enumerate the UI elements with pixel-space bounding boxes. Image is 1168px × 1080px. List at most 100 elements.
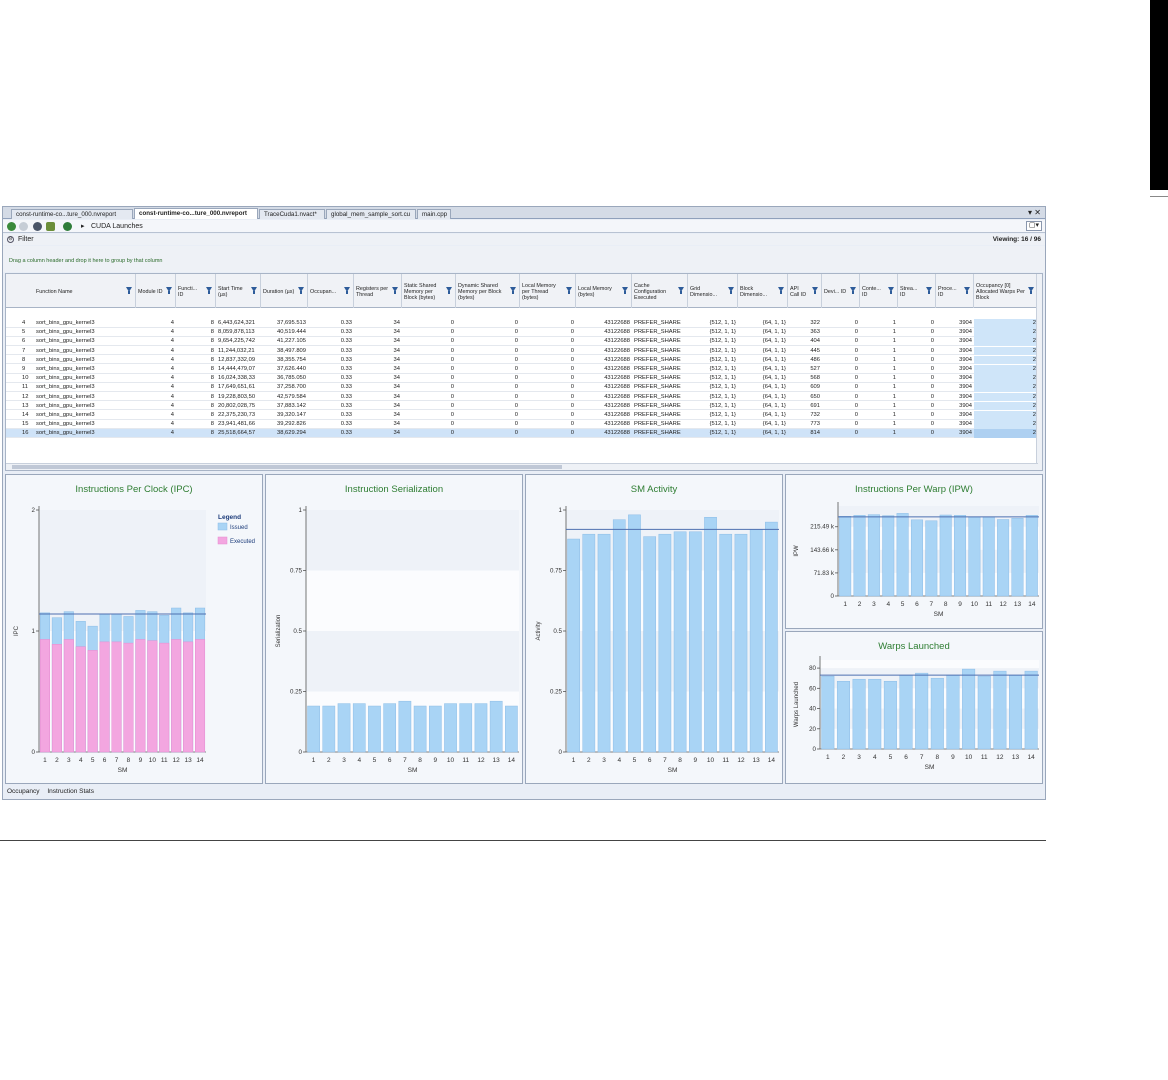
filter-funnel-icon[interactable] — [392, 287, 398, 294]
table-cell: 41,227.105 — [276, 338, 306, 345]
column-header[interactable]: Function Name — [34, 274, 136, 308]
table-cell: sort_bins_gpu_kernel3 — [36, 320, 95, 326]
vertical-scrollbar[interactable] — [1036, 274, 1042, 470]
table-row[interactable]: 4 sort_bins_gpu_kernel3 4 8 6,443,624,321 37,… — [6, 319, 1042, 328]
table-cell: 0 — [450, 430, 454, 437]
table-row[interactable]: 15 sort_bins_gpu_kernel3 4 8 23,941,481,66 39… — [6, 420, 1042, 429]
tab-report-1[interactable]: const-runtime-co...ture_000.nvreport — [11, 209, 133, 219]
column-header[interactable]: Dynamic Shared Memory per Block (bytes) — [456, 274, 520, 308]
scroll-thumb[interactable] — [12, 465, 562, 469]
table-cell: {64, 1, 1} — [762, 338, 786, 345]
filter-funnel-icon[interactable] — [812, 287, 818, 294]
up-icon[interactable] — [33, 222, 42, 231]
back-icon[interactable] — [7, 222, 16, 231]
horizontal-scrollbar[interactable] — [6, 463, 1038, 470]
filter-funnel-icon[interactable] — [251, 287, 257, 294]
filter-funnel-icon[interactable] — [850, 287, 856, 294]
table-cell: 43122688 — [604, 320, 630, 326]
x-axis-label: SM — [408, 767, 418, 774]
column-header[interactable]: Devi... ID — [822, 274, 860, 308]
tab-source-cu[interactable]: global_mem_sample_sort.cu — [326, 209, 416, 219]
bar-executed — [147, 640, 158, 753]
table-cell: {512, 1, 1} — [709, 421, 736, 428]
table-row[interactable]: 6 sort_bins_gpu_kernel3 4 8 9,654,225,742 41,… — [6, 337, 1042, 347]
y-axis-label: IPW — [794, 545, 800, 557]
table-row[interactable]: 10 sort_bins_gpu_kernel3 4 8 16,024,338,33 36… — [6, 374, 1042, 383]
column-header[interactable]: Occupancy [0] Allocated Warps Per Block — [974, 274, 1038, 308]
table-row[interactable]: 8 sort_bins_gpu_kernel3 4 8 12,837,332,09 38,… — [6, 355, 1042, 365]
home-icon[interactable] — [46, 222, 55, 231]
tab-main-cpp[interactable]: main.cpp — [417, 209, 451, 219]
table-cell: 0 — [514, 402, 518, 409]
filter-funnel-icon[interactable] — [126, 287, 132, 294]
table-cell: {64, 1, 1} — [762, 384, 786, 391]
column-header[interactable]: Duration (µs) — [261, 274, 308, 308]
table-cell: 0 — [570, 430, 574, 437]
table-cell: 0 — [514, 347, 518, 354]
filter-funnel-icon[interactable] — [446, 287, 452, 294]
bar — [868, 678, 882, 750]
tab-trace[interactable]: TraceCuda1.nvact* — [259, 209, 325, 219]
table-row[interactable]: 16 sort_bins_gpu_kernel3 4 8 25,518,664,57 38… — [6, 429, 1042, 439]
tab-occupancy[interactable]: Occupancy — [7, 788, 40, 795]
filter-funnel-icon[interactable] — [298, 287, 304, 294]
table-row[interactable]: 9 sort_bins_gpu_kernel3 4 8 14,444,479,07 37,… — [6, 365, 1042, 374]
table-row[interactable]: 12 sort_bins_gpu_kernel3 4 8 19,228,803,50 42… — [6, 392, 1042, 402]
tab-report-2[interactable]: const-runtime-co...ture_000.nvreport — [134, 208, 258, 219]
filter-funnel-icon[interactable] — [888, 287, 894, 294]
column-header[interactable]: API Call ID — [788, 274, 822, 308]
filter-funnel-icon[interactable] — [778, 287, 784, 294]
bar-executed — [39, 639, 50, 753]
column-header[interactable]: Strea... ID — [898, 274, 936, 308]
column-header[interactable]: Occupan... — [308, 274, 354, 308]
filter-funnel-icon[interactable] — [344, 287, 350, 294]
x-tick-label: 3 — [872, 601, 876, 608]
filter-funnel-icon[interactable] — [166, 287, 172, 294]
filter-label[interactable]: Filter — [18, 235, 34, 244]
column-header[interactable]: Conte... ID — [860, 274, 898, 308]
filter-bar: ⊝ Filter Viewing: 16 / 96 — [3, 234, 1045, 245]
tab-window-controls[interactable]: ▾ ✕ — [1028, 208, 1041, 218]
filter-funnel-icon[interactable] — [964, 287, 970, 294]
column-header[interactable]: Local Memory (bytes) — [576, 274, 632, 308]
filter-funnel-icon[interactable] — [728, 287, 734, 294]
filter-funnel-icon[interactable] — [206, 287, 212, 294]
group-by-area[interactable]: Drag a column header and drop it here to… — [3, 246, 1045, 272]
filter-funnel-icon[interactable] — [566, 287, 572, 294]
x-axis-label: SM — [668, 767, 678, 774]
filter-funnel-icon[interactable] — [926, 287, 932, 294]
table-row[interactable]: 7 sort_bins_gpu_kernel3 4 8 11,244,032,21 38,… — [6, 346, 1042, 356]
table-row[interactable]: 13 sort_bins_gpu_kernel3 4 8 20,802,028,75 37… — [6, 401, 1042, 411]
filter-funnel-icon[interactable] — [510, 287, 516, 294]
filter-funnel-icon[interactable] — [1028, 287, 1034, 294]
refresh-icon[interactable] — [63, 222, 72, 231]
column-header[interactable]: Local Memory per Thread (bytes) — [520, 274, 576, 308]
column-header[interactable]: Start Time (µs) — [216, 274, 261, 308]
filter-funnel-icon[interactable] — [678, 287, 684, 294]
forward-icon[interactable] — [19, 222, 28, 231]
table-row[interactable]: 14 sort_bins_gpu_kernel3 4 8 22,375,230,73 39… — [6, 411, 1042, 420]
tab-instruction-stats[interactable]: Instruction Stats — [47, 788, 94, 795]
column-header[interactable]: Block Dimensio... — [738, 274, 788, 308]
table-cell: 37,258.700 — [276, 384, 306, 391]
column-header[interactable]: Cache Configuration Executed — [632, 274, 688, 308]
x-tick-label: 11 — [722, 757, 729, 764]
column-header[interactable]: Functi... ID — [176, 274, 216, 308]
filter-toggle-icon[interactable]: ⊝ — [7, 236, 14, 243]
view-menu-button[interactable]: ▢▾ — [1026, 221, 1042, 231]
column-header[interactable]: Module ID — [136, 274, 176, 308]
table-cell: 38,629.294 — [276, 430, 306, 437]
column-header[interactable]: Grid Dimensio... — [688, 274, 738, 308]
column-header[interactable]: Proce... ID — [936, 274, 974, 308]
table-cell: 0 — [450, 347, 454, 354]
filter-funnel-icon[interactable] — [622, 287, 628, 294]
table-cell: 2 — [974, 365, 1038, 374]
bar — [939, 514, 952, 597]
y-tick-label: 0 — [299, 749, 303, 756]
table-cell: {64, 1, 1} — [762, 366, 786, 372]
table-cell: 0.33 — [340, 402, 352, 409]
column-header[interactable]: Registers per Thread — [354, 274, 402, 308]
table-row[interactable]: 5 sort_bins_gpu_kernel3 4 8 8,059,878,113 40,… — [6, 328, 1042, 337]
column-header[interactable]: Static Shared Memory per Block (bytes) — [402, 274, 456, 308]
table-row[interactable]: 11 sort_bins_gpu_kernel3 4 8 17,649,651,61 37… — [6, 383, 1042, 393]
